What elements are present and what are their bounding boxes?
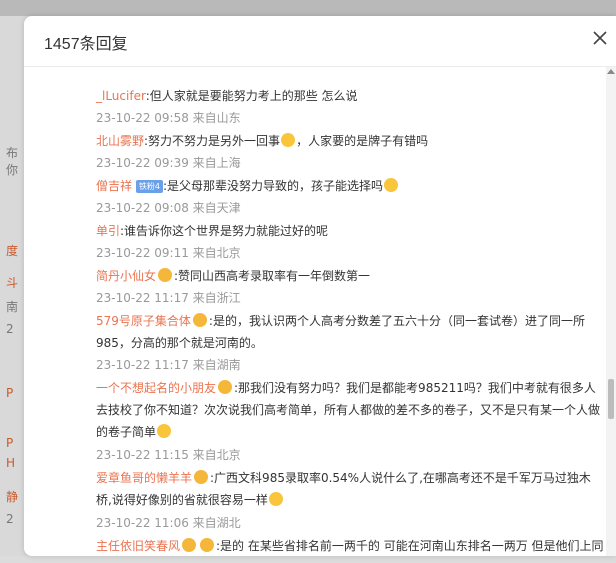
emoji-icon (157, 424, 172, 438)
scrollbar[interactable] (606, 67, 616, 556)
modal-title: 1457条回复 (44, 36, 128, 53)
background-top-strip (0, 0, 616, 16)
comment-author[interactable]: 一个不想起名的小朋友 (96, 381, 216, 395)
bg-glyph: 斗 (6, 276, 19, 290)
comment-meta: 23-10-22 09:39 来自上海 (96, 156, 241, 170)
crown-badge-icon (192, 313, 207, 327)
background-bottom-strip (0, 556, 616, 563)
crown-badge-icon (194, 470, 209, 484)
bg-glyph: 静 (6, 490, 19, 504)
close-icon-glyph (593, 31, 607, 45)
comment-text: :是父母那辈没努力导致的，孩子能选择吗 (162, 179, 383, 193)
bg-glyph: P (6, 436, 14, 450)
list-item: 爱章鱼哥的懒羊羊:广西文科985录取率0.54%人说什么了,在哪高考还不是千军万… (96, 467, 606, 511)
comment-meta: 23-10-22 09:11 来自北京 (96, 246, 241, 260)
bg-glyph: 布你 (6, 146, 19, 177)
crown-badge-icon (218, 380, 233, 394)
crown-badge-icon (158, 268, 173, 282)
comment-author[interactable]: 僧吉祥 (96, 179, 132, 193)
comment-text: :努力不努力是另外一回事 (144, 134, 281, 148)
comment-author[interactable]: 主任依旧笑春风 (96, 539, 180, 553)
scroll-up-arrow-icon[interactable] (607, 69, 615, 74)
comment-meta: 23-10-22 11:06 来自湖北 (96, 516, 241, 530)
comment-author[interactable]: _lLucifer (96, 89, 146, 103)
list-item: 579号原子集合体:是的，我认识两个人高考分数差了五六十分（同一套试卷）进了同一… (96, 310, 606, 354)
comment-author[interactable]: 爱章鱼哥的懒羊羊 (96, 471, 192, 485)
emoji-icon (383, 178, 398, 192)
scrollbar-thumb[interactable] (608, 379, 614, 419)
comment-meta: 23-10-22 11:17 来自湖南 (96, 358, 241, 372)
emoji-icon (281, 133, 296, 147)
comment-author[interactable]: 北山雾野 (96, 134, 144, 148)
bg-glyph: H (6, 456, 16, 470)
bg-glyph: 2 (6, 322, 14, 336)
list-item: 僧吉祥 铁粉4:是父母那辈没努力导致的，孩子能选择吗 (96, 175, 606, 197)
heart-badge-icon (182, 538, 197, 552)
list-item: 单引:谁告诉你这个世界是努力就能过好的呢 (96, 220, 606, 242)
list-item: 北山雾野:努力不努力是另外一回事 ，人家要的是牌子有错吗 (96, 130, 606, 152)
comment-text: :但人家就是要能努力考上的那些 怎么说 (145, 89, 358, 103)
emoji-icon (268, 492, 283, 506)
background-left-column: 布你 度 斗 南 2 P P H 静 2 (0, 16, 24, 563)
bg-glyph: 2 (6, 512, 14, 526)
bg-glyph: 度 (6, 244, 19, 258)
crown-badge-icon (200, 538, 215, 552)
comment-meta: 23-10-22 11:15 来自北京 (96, 448, 241, 462)
comment-author[interactable]: 单引 (96, 224, 120, 238)
comment-meta: 23-10-22 09:08 来自天津 (96, 201, 241, 215)
comment-meta: 23-10-22 11:17 来自浙江 (96, 291, 241, 305)
fan-badge: 铁粉4 (135, 180, 163, 193)
reply-list: _lLucifer:但人家就是要能努力考上的那些 怎么说 23-10-22 09… (24, 67, 616, 556)
modal-header: 1457条回复 (24, 16, 616, 67)
list-item: 简丹小仙女 :赞同山西高考录取率有一年倒数第一 (96, 265, 606, 287)
comment-text: :谁告诉你这个世界是努力就能过好的呢 (120, 224, 329, 238)
comment-author[interactable]: 简丹小仙女 (96, 269, 156, 283)
bg-glyph: 南 (6, 300, 19, 314)
list-item: _lLucifer:但人家就是要能努力考上的那些 怎么说 (96, 85, 606, 107)
list-item: 主任依旧笑春风:是的 在某些省排名前一两千的 可能在河南山东排名一两万 但是他们… (96, 535, 606, 556)
list-item: 一个不想起名的小朋友:那我们没有努力吗？我们是都能考985211吗？我们中考就有… (96, 377, 606, 443)
replies-modal: 1457条回复 _lLucifer:但人家就是要能努力考上的那些 怎么说 23-… (24, 16, 616, 556)
comment-meta: 23-10-22 09:58 来自山东 (96, 111, 241, 125)
comment-author[interactable]: 579号原子集合体 (96, 314, 191, 328)
comment-text: :赞同山西高考录取率有一年倒数第一 (174, 269, 371, 283)
bg-glyph: P (6, 386, 14, 400)
comment-text-continued: ，人家要的是牌子有错吗 (296, 134, 429, 148)
close-icon[interactable] (592, 30, 612, 50)
